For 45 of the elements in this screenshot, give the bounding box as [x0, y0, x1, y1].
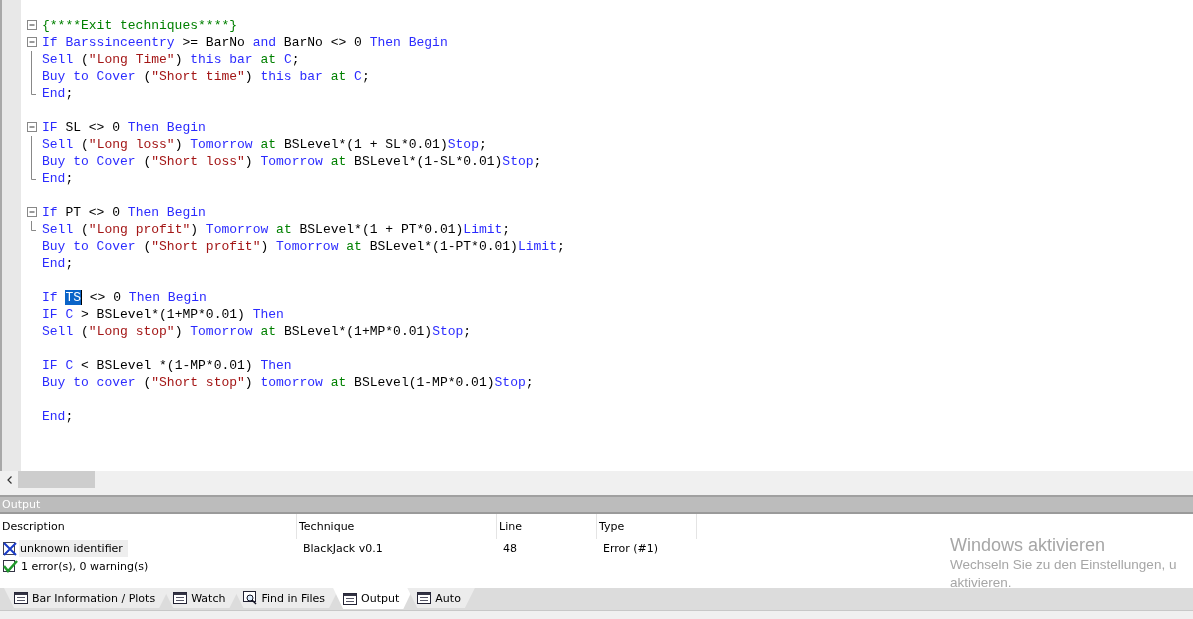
fold-end-line: [31, 85, 36, 95]
code-line: Sell ("Long stop") Tomorrow at BSLevel*(1+MP*0.01)Stop;: [42, 323, 472, 340]
window-icon: [14, 592, 28, 604]
code-line: IF SL <> 0 Then Begin: [42, 119, 206, 136]
summary-text: 1 error(s), 0 warning(s): [21, 560, 149, 573]
column-header[interactable]: Type: [597, 514, 697, 539]
table-cell-text: BlackJack v0.1: [302, 540, 384, 557]
column-header[interactable]: Description: [0, 514, 297, 539]
horizontal-scrollbar[interactable]: [0, 471, 1193, 488]
code-line: Buy to Cover ("Short profit") Tomorrow at BSLevel*(1-PT*0.01)Limit;: [42, 238, 565, 255]
error-description[interactable]: unknown identifier: [19, 539, 128, 557]
code-line: IF C < BSLevel *(1-MP*0.01) Then: [42, 357, 292, 374]
code-line: Buy to Cover ("Short loss") Tomorrow at BSLevel*(1-SL*0.01)Stop;: [42, 153, 542, 170]
code-line: End;: [42, 85, 74, 102]
code-line: Buy to Cover ("Short time") this bar at C;: [42, 68, 370, 85]
column-header[interactable]: Technique: [297, 514, 497, 539]
code-line: End;: [42, 255, 74, 272]
activation-title: Windows aktivieren: [950, 535, 1107, 556]
code-line: End;: [42, 408, 74, 425]
code-line: IF C > BSLevel*(1+MP*0.01) Then: [42, 306, 284, 323]
splitter-bar[interactable]: [0, 488, 1193, 497]
code-line: Buy to cover ("Short stop") tomorrow at BSLevel(1-MP*0.01)Stop;: [42, 374, 534, 391]
code-line: If Barssinceentry >= BarNo and BarNo <> 0 Then Begin: [42, 34, 448, 51]
column-header[interactable]: Line: [497, 514, 597, 539]
code-line: If TS <> 0 Then Begin: [42, 289, 207, 306]
panel-title: Output: [0, 497, 1193, 514]
activation-text: aktivieren.: [950, 574, 1013, 592]
table-cell-text: Error (#1): [602, 540, 660, 557]
table-cell-text: 48: [502, 540, 518, 557]
window-icon: [417, 592, 432, 604]
window-icon: [343, 592, 358, 605]
code-line: Sell ("Long loss") Tomorrow at BSLevel*(1 + SL*0.01)Stop;: [42, 136, 487, 153]
code-line: Sell ("Long Time") this bar at C;: [42, 51, 300, 68]
fold-end-line: [31, 170, 36, 180]
scrollbar-thumb[interactable]: [18, 471, 95, 488]
code-line: If PT <> 0 Then Begin: [42, 204, 206, 221]
code-line: Sell ("Long profit") Tomorrow at BSLevel*(1 + PT*0.01)Limit;: [42, 221, 511, 238]
code-line: End;: [42, 170, 74, 187]
code-line: {****Exit techniques****}: [42, 17, 238, 34]
activation-text: Wechseln Sie zu den Einstellungen, u: [950, 556, 1177, 574]
panel-tab[interactable]: Auto: [407, 588, 475, 608]
magnifier-icon: [243, 591, 258, 605]
fold-end-line: [31, 221, 36, 231]
window-icon: [173, 592, 188, 604]
chevron-left-icon: [6, 475, 12, 484]
